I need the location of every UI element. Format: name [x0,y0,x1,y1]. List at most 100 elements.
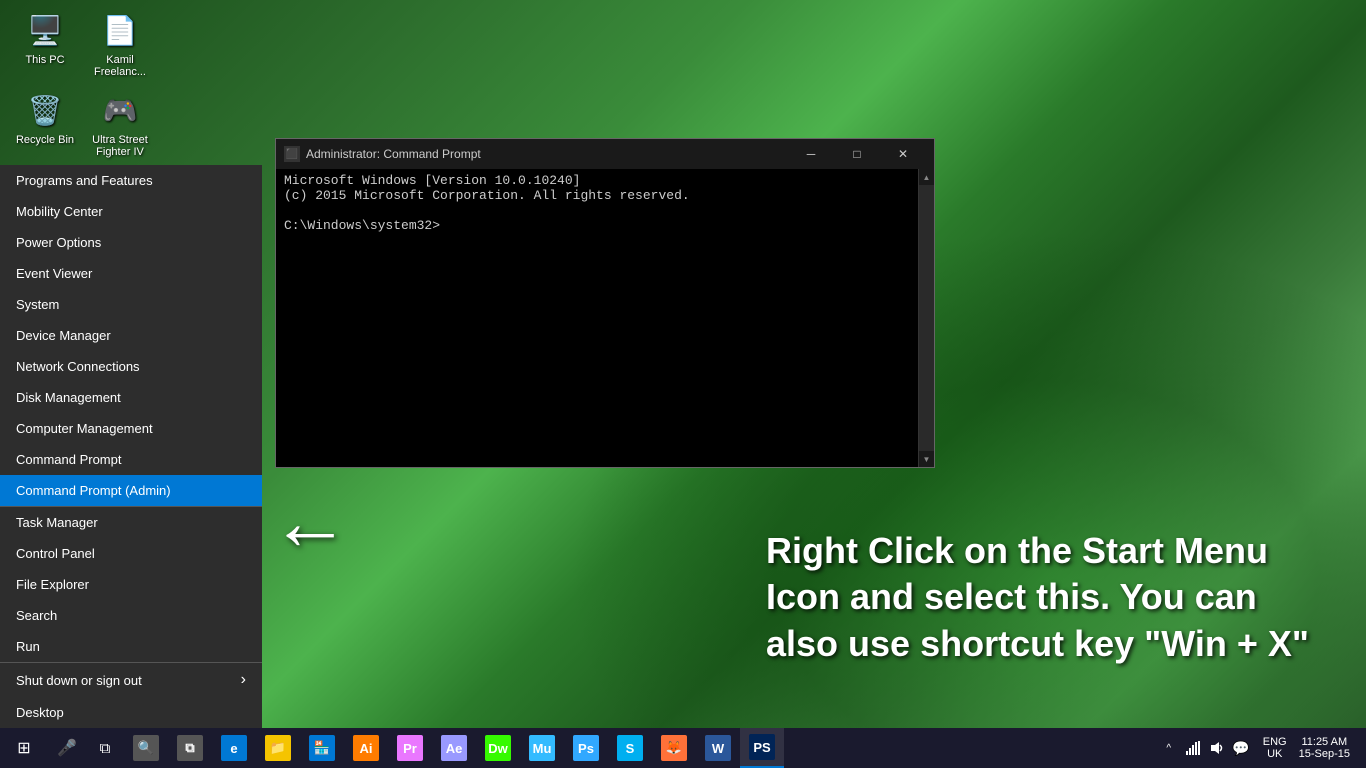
cmd-title: Administrator: Command Prompt [306,147,788,161]
context-menu: Programs and Features Mobility Center Powe… [0,165,262,728]
word-icon: W [705,735,731,761]
menu-label-file-explorer: File Explorer [16,577,89,592]
menu-arrow-shut-down: › [241,671,246,689]
menu-label-shut-down: Shut down or sign out [16,673,142,688]
taskbar-app-muse[interactable]: Mu [520,728,564,768]
cmd-line-2: (c) 2015 Microsoft Corporation. All righ… [284,188,910,203]
cmd-line-4: C:\Windows\system32> [284,218,910,233]
menu-label-run: Run [16,639,40,654]
menu-item-run[interactable]: Run [0,631,262,662]
tray-network-icon[interactable] [1183,728,1203,768]
menu-label-device-manager: Device Manager [16,328,111,343]
start-button[interactable]: ⊞ [0,728,48,768]
desktop-icon-this-pc[interactable]: 🖥️ This PC [10,10,80,66]
kamil-freelanc-icon: 📄 [100,10,140,50]
illustrator-icon: Ai [353,735,379,761]
taskbar-app-skype[interactable]: S [608,728,652,768]
taskbar-app-task-view[interactable]: ⧉ [168,728,212,768]
menu-item-shut-down[interactable]: Shut down or sign out › [0,662,262,697]
recycle-bin-icon: 🗑️ [25,90,65,130]
overlay-text: Right Click on the Start Menu Icon and s… [766,528,1316,668]
pinned-apps: 🔍 ⧉ e 📁 🏪 Ai Pr AeDw Mu Ps S 🦊 W PS [124,728,784,768]
skype-icon: S [617,735,643,761]
menu-item-desktop[interactable]: Desktop [0,697,262,728]
clock[interactable]: 11:25 AM 15-Sep-15 [1291,728,1358,768]
menu-item-search[interactable]: Search [0,600,262,631]
edge-icon: e [221,735,247,761]
menu-item-event-viewer[interactable]: Event Viewer [0,258,262,289]
taskbar-app-powershell[interactable]: PS [740,728,784,768]
desktop-icon-ultra-street-fighter[interactable]: 🎮 Ultra Street Fighter IV [85,90,155,158]
taskbar-app-store[interactable]: 🏪 [300,728,344,768]
this-pc-label: This PC [25,54,64,66]
taskbar-app-photoshop[interactable]: Ps [564,728,608,768]
desktop-icon-recycle-bin[interactable]: 🗑️ Recycle Bin [10,90,80,146]
tray-notification-icon[interactable]: 💬 [1231,728,1251,768]
task-view-button[interactable]: ⧉ [86,728,124,768]
desktop: 🖥️ This PC 🗑️ Recycle Bin 🦊 Mozilla Fire… [0,0,1366,768]
cmd-scrollbar[interactable]: ▲ ▼ [918,169,934,467]
taskbar-app-illustrator[interactable]: Ai [344,728,388,768]
taskbar-app-firefox[interactable]: 🦊 [652,728,696,768]
cmd-close-button[interactable]: ✕ [880,139,926,169]
taskbar: ⊞ 🎤 ⧉ 🔍⧉e📁🏪AiPrAeDwMuPsS🦊WPS ^ 💬 ENG UK … [0,728,1366,768]
lang-region: UK [1267,748,1282,760]
firefox-icon: 🦊 [661,735,687,761]
menu-label-desktop: Desktop [16,705,64,720]
taskbar-app-file-explorer[interactable]: 📁 [256,728,300,768]
cmd-icon: ⬛ [284,146,300,162]
menu-label-task-manager: Task Manager [16,515,98,530]
menu-item-device-manager[interactable]: Device Manager [0,320,262,351]
cmd-content[interactable]: Microsoft Windows [Version 10.0.10240] (… [276,169,918,467]
language-indicator[interactable]: ENG UK [1259,728,1291,768]
microphone-icon: 🎤 [57,738,77,758]
this-pc-icon: 🖥️ [25,10,65,50]
premiere-icon: Pr [397,735,423,761]
menu-item-task-manager[interactable]: Task Manager [0,506,262,538]
taskbar-app-edge[interactable]: e [212,728,256,768]
scroll-track[interactable] [919,185,934,451]
cmd-minimize-button[interactable]: ─ [788,139,834,169]
taskbar-app-after-effects[interactable]: Ae [432,728,476,768]
menu-label-system: System [16,297,59,312]
muse-icon: Mu [529,735,555,761]
windows-icon: ⊞ [17,738,30,758]
file-explorer-icon: 📁 [265,735,291,761]
menu-label-mobility-center: Mobility Center [16,204,103,219]
arrow-indicator: ← [270,476,350,568]
taskbar-app-cortana[interactable]: 🔍 [124,728,168,768]
menu-item-file-explorer[interactable]: File Explorer [0,569,262,600]
menu-item-control-panel[interactable]: Control Panel [0,538,262,569]
menu-item-computer-management[interactable]: Computer Management [0,413,262,444]
task-view-icon: ⧉ [177,735,203,761]
menu-label-command-prompt: Command Prompt [16,452,121,467]
menu-item-power-options[interactable]: Power Options [0,227,262,258]
menu-label-control-panel: Control Panel [16,546,95,561]
scroll-down[interactable]: ▼ [919,451,935,467]
menu-item-programs-features[interactable]: Programs and Features [0,165,262,196]
menu-label-network-connections: Network Connections [16,359,140,374]
menu-item-command-prompt[interactable]: Command Prompt [0,444,262,475]
cmd-maximize-button[interactable]: □ [834,139,880,169]
desktop-icon-kamil-freelanc[interactable]: 📄 Kamil Freelanc... [85,10,155,78]
tray-chevron[interactable]: ^ [1159,728,1179,768]
menu-item-command-prompt-admin[interactable]: Command Prompt (Admin) [0,475,262,506]
menu-label-computer-management: Computer Management [16,421,153,436]
recycle-bin-label: Recycle Bin [16,134,74,146]
taskbar-app-word[interactable]: W [696,728,740,768]
cortana-search-box[interactable]: 🎤 [48,728,86,768]
taskbar-app-premiere[interactable]: Pr [388,728,432,768]
cortana-icon: 🔍 [133,735,159,761]
menu-label-programs-features: Programs and Features [16,173,153,188]
ultra-street-fighter-icon: 🎮 [100,90,140,130]
cmd-window[interactable]: ⬛ Administrator: Command Prompt ─ □ ✕ Mi… [275,138,935,468]
menu-item-mobility-center[interactable]: Mobility Center [0,196,262,227]
menu-item-network-connections[interactable]: Network Connections [0,351,262,382]
scroll-up[interactable]: ▲ [919,169,935,185]
menu-item-disk-management[interactable]: Disk Management [0,382,262,413]
taskbar-app-dreamweaver[interactable]: Dw [476,728,520,768]
tray-volume-icon[interactable] [1207,728,1227,768]
menu-item-system[interactable]: System [0,289,262,320]
cmd-titlebar: ⬛ Administrator: Command Prompt ─ □ ✕ [276,139,934,169]
clock-time: 11:25 AM [1301,736,1347,748]
